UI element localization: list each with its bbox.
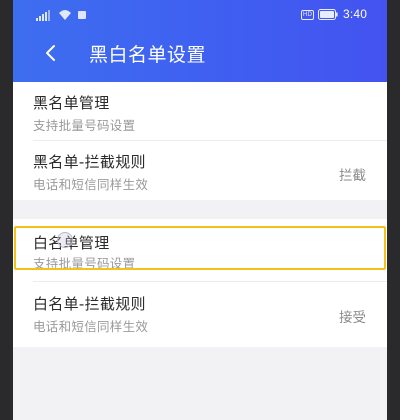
right-bezel: [387, 0, 400, 420]
whitelist-rules-item[interactable]: 白名单-拦截规则 电话和短信同样生效 接受: [0, 282, 400, 347]
whitelist-rules-subtitle: 电话和短信同样生效: [33, 319, 149, 334]
phone-screen: HD 3:40 黑白名单设置 黑名单管理 支持批量号码设置 黑名单-拦截规则 电…: [0, 0, 400, 420]
status-time: 3:40: [343, 7, 368, 21]
hd-badge: HD: [301, 10, 314, 20]
notification-icon: [78, 11, 86, 19]
blacklist-rules-value: 拦截: [339, 168, 366, 184]
whitelist-manage-item[interactable]: 白名单管理 支持批量号码设置: [0, 219, 400, 279]
blacklist-group: 黑名单管理 支持批量号码设置 黑名单-拦截规则 电话和短信同样生效 拦截: [0, 82, 400, 200]
wifi-icon: [59, 10, 71, 20]
whitelist-manage-subtitle: 支持批量号码设置: [33, 256, 136, 271]
touch-indicator-icon: [57, 232, 73, 248]
battery-icon: [318, 9, 338, 20]
header: HD 3:40 黑白名单设置: [0, 0, 400, 82]
blacklist-rules-title: 黑名单-拦截规则: [33, 153, 146, 171]
whitelist-rules-value: 接受: [339, 310, 366, 326]
blacklist-manage-title: 黑名单管理: [33, 94, 110, 112]
chevron-left-icon: [46, 45, 55, 61]
page-title: 黑白名单设置: [89, 44, 207, 66]
status-bar: HD 3:40: [0, 0, 400, 30]
blacklist-manage-subtitle: 支持批量号码设置: [33, 118, 136, 133]
blacklist-manage-item[interactable]: 黑名单管理 支持批量号码设置: [0, 82, 400, 140]
left-bezel: [0, 0, 13, 420]
back-button[interactable]: [36, 38, 64, 68]
blacklist-rules-subtitle: 电话和短信同样生效: [33, 177, 149, 192]
blacklist-rules-item[interactable]: 黑名单-拦截规则 电话和短信同样生效 拦截: [0, 141, 400, 200]
whitelist-rules-title: 白名单-拦截规则: [33, 295, 146, 313]
signal-icon: [36, 10, 50, 21]
